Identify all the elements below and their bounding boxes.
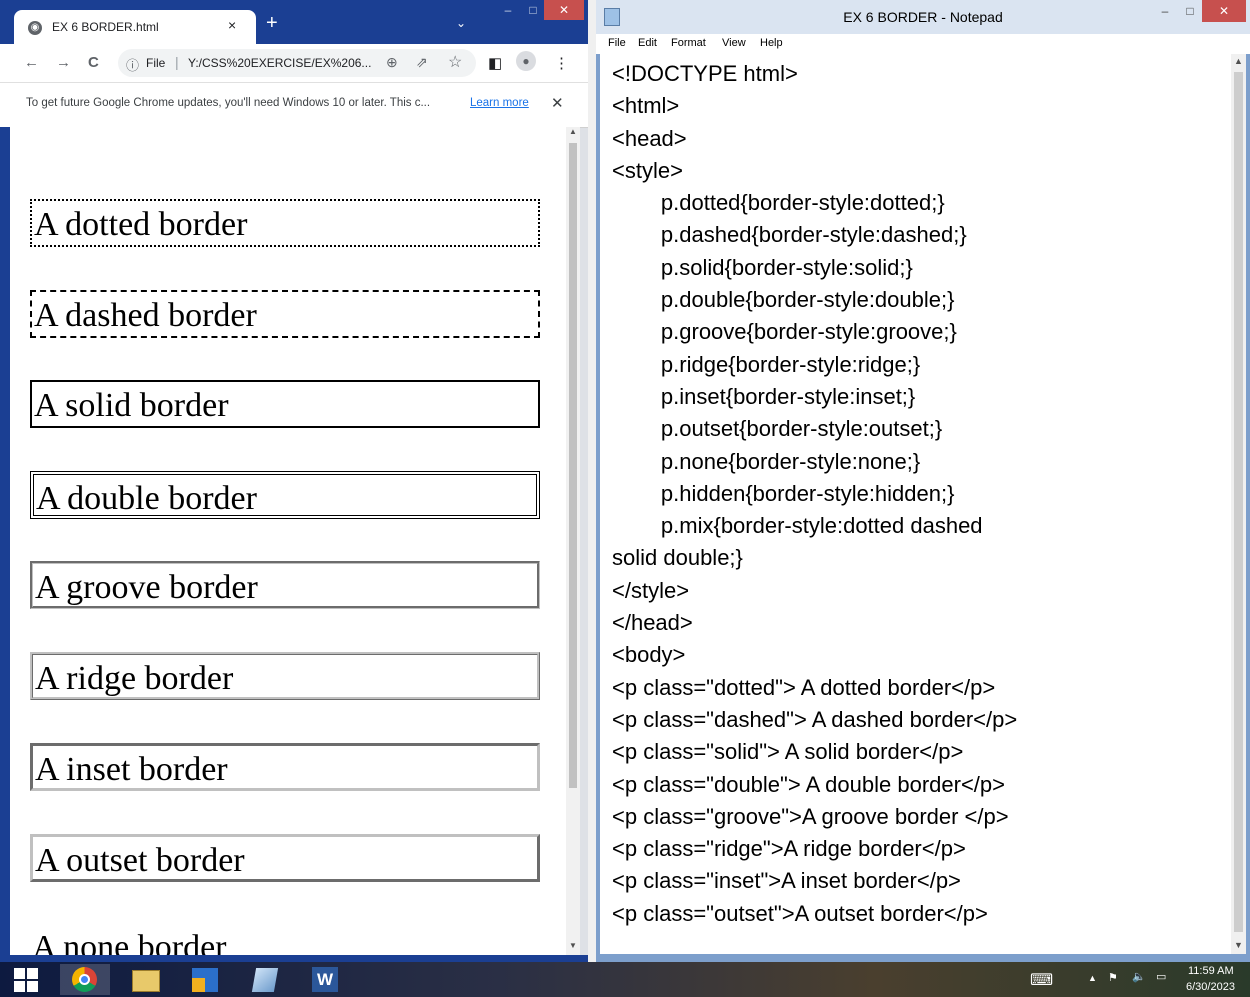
word-icon[interactable]: W (300, 964, 350, 995)
globe-icon: ◉ (28, 21, 42, 35)
clock-date[interactable]: 6/30/2023 (1186, 981, 1235, 993)
tab-search-icon[interactable]: ⌄ (456, 16, 466, 30)
notepad-scroll-down-icon[interactable]: ▼ (1234, 940, 1243, 950)
menu-file[interactable]: File (608, 37, 626, 49)
clock-time[interactable]: 11:59 AM (1188, 965, 1234, 977)
forward-button[interactable]: → (56, 54, 71, 71)
notepad-titlebar: EX 6 BORDER - Notepad – □ ✕ (596, 0, 1250, 34)
window-icon[interactable] (180, 964, 230, 995)
notepad-text-area[interactable]: <!DOCTYPE html> <html> <head> <style> p.… (600, 54, 1231, 954)
file-explorer-icon[interactable] (120, 964, 170, 995)
bookmark-star-icon[interactable]: ☆ (448, 52, 462, 72)
none-border-paragraph: A none border (32, 929, 227, 955)
new-tab-button[interactable]: + (266, 12, 278, 35)
window-gap (588, 0, 596, 962)
word-letter: W (312, 967, 338, 992)
scroll-up-arrow-icon[interactable]: ▲ (569, 127, 577, 136)
taskbar: W ⌨ ▲ ⚑ 🔈 ▭ 11:59 AM 6/30/2023 (0, 962, 1250, 997)
start-icon[interactable] (14, 968, 38, 992)
chrome-icon[interactable] (60, 964, 110, 995)
reload-button[interactable]: C (88, 54, 99, 71)
show-hidden-icons-icon[interactable]: ▲ (1088, 973, 1097, 983)
network-icon[interactable]: ▭ (1156, 970, 1166, 983)
address-separator: | (175, 54, 179, 70)
notepad-scroll-up-icon[interactable]: ▲ (1234, 56, 1243, 66)
infobar-close-icon[interactable]: ✕ (551, 94, 564, 112)
tab-close-icon[interactable]: × (228, 17, 236, 33)
notepad-menubar: File Edit Format View Help (596, 34, 1250, 54)
double-border-paragraph: A double border (30, 471, 540, 519)
window-border-bottom (0, 955, 588, 962)
dotted-border-paragraph: A dotted border (30, 199, 540, 247)
window-border (0, 127, 10, 962)
chrome-window-controls: – □ ✕ (488, 0, 588, 22)
menu-edit[interactable]: Edit (638, 37, 657, 49)
close-button[interactable]: ✕ (544, 0, 584, 20)
zoom-icon[interactable]: ⊕ (386, 54, 398, 71)
menu-view[interactable]: View (722, 37, 746, 49)
notepad-scrollbar[interactable]: ▲ ▼ (1231, 54, 1246, 954)
outset-border-paragraph: A outset border (30, 834, 540, 882)
notepad-minimize-button[interactable]: – (1152, 0, 1178, 22)
update-infobar: To get future Google Chrome updates, you… (0, 82, 588, 128)
groove-border-paragraph: A groove border (30, 561, 540, 609)
url-text[interactable]: Y:/CSS%20EXERCISE/EX%206... (188, 56, 371, 70)
side-panel-icon[interactable]: ◧ (488, 54, 502, 72)
scheme-label: File (146, 56, 166, 70)
page-viewport: A dotted border A dashed border A solid … (10, 127, 566, 955)
solid-border-paragraph: A solid border (30, 380, 540, 428)
ridge-border-paragraph: A ridge border (30, 652, 540, 700)
notepad-icon[interactable] (240, 964, 290, 995)
address-bar[interactable]: ⓘ File | Y:/CSS%20EXERCISE/EX%206... ⊕ ⇗… (118, 49, 476, 77)
scroll-down-arrow-icon[interactable]: ▼ (569, 941, 577, 950)
maximize-button[interactable]: □ (522, 0, 544, 20)
action-center-flag-icon[interactable]: ⚑ (1108, 971, 1118, 984)
notepad-window: EX 6 BORDER - Notepad – □ ✕ File Edit Fo… (596, 0, 1250, 962)
tab-title: EX 6 BORDER.html (52, 20, 159, 34)
menu-help[interactable]: Help (760, 37, 783, 49)
notepad-scrollbar-thumb[interactable] (1234, 72, 1243, 932)
menu-format[interactable]: Format (671, 37, 706, 49)
tab-strip: ◉ EX 6 BORDER.html × + ⌄ – □ ✕ (0, 0, 588, 44)
keyboard-icon[interactable]: ⌨ (1030, 970, 1053, 990)
back-button[interactable]: ← (24, 54, 39, 71)
notepad-close-button[interactable]: ✕ (1202, 0, 1246, 22)
volume-icon[interactable]: 🔈 (1132, 970, 1146, 983)
system-tray: ⌨ ▲ ⚑ 🔈 ▭ 11:59 AM 6/30/2023 (1030, 962, 1250, 997)
infobar-message: To get future Google Chrome updates, you… (26, 97, 431, 109)
dashed-border-paragraph: A dashed border (30, 290, 540, 338)
share-icon[interactable]: ⇗ (416, 54, 428, 71)
notepad-maximize-button[interactable]: □ (1178, 0, 1202, 22)
chrome-menu-icon[interactable]: ⋮ (554, 54, 569, 72)
minimize-button[interactable]: – (494, 0, 522, 20)
learn-more-link[interactable]: Learn more (470, 97, 529, 109)
browser-toolbar: ← → C ⓘ File | Y:/CSS%20EXERCISE/EX%206.… (0, 44, 588, 82)
profile-avatar-icon[interactable]: ● (516, 51, 536, 71)
chrome-window: ◉ EX 6 BORDER.html × + ⌄ – □ ✕ ← → C ⓘ F… (0, 0, 588, 962)
page-scrollbar[interactable]: ▲ ▼ (566, 127, 580, 955)
info-icon[interactable]: ⓘ (126, 55, 139, 74)
inset-border-paragraph: A inset border (30, 743, 540, 791)
scrollbar-thumb[interactable] (569, 143, 577, 788)
tab-ex6-border[interactable]: ◉ EX 6 BORDER.html × (14, 10, 256, 44)
source-code-text[interactable]: <!DOCTYPE html> <html> <head> <style> p.… (612, 58, 1017, 930)
